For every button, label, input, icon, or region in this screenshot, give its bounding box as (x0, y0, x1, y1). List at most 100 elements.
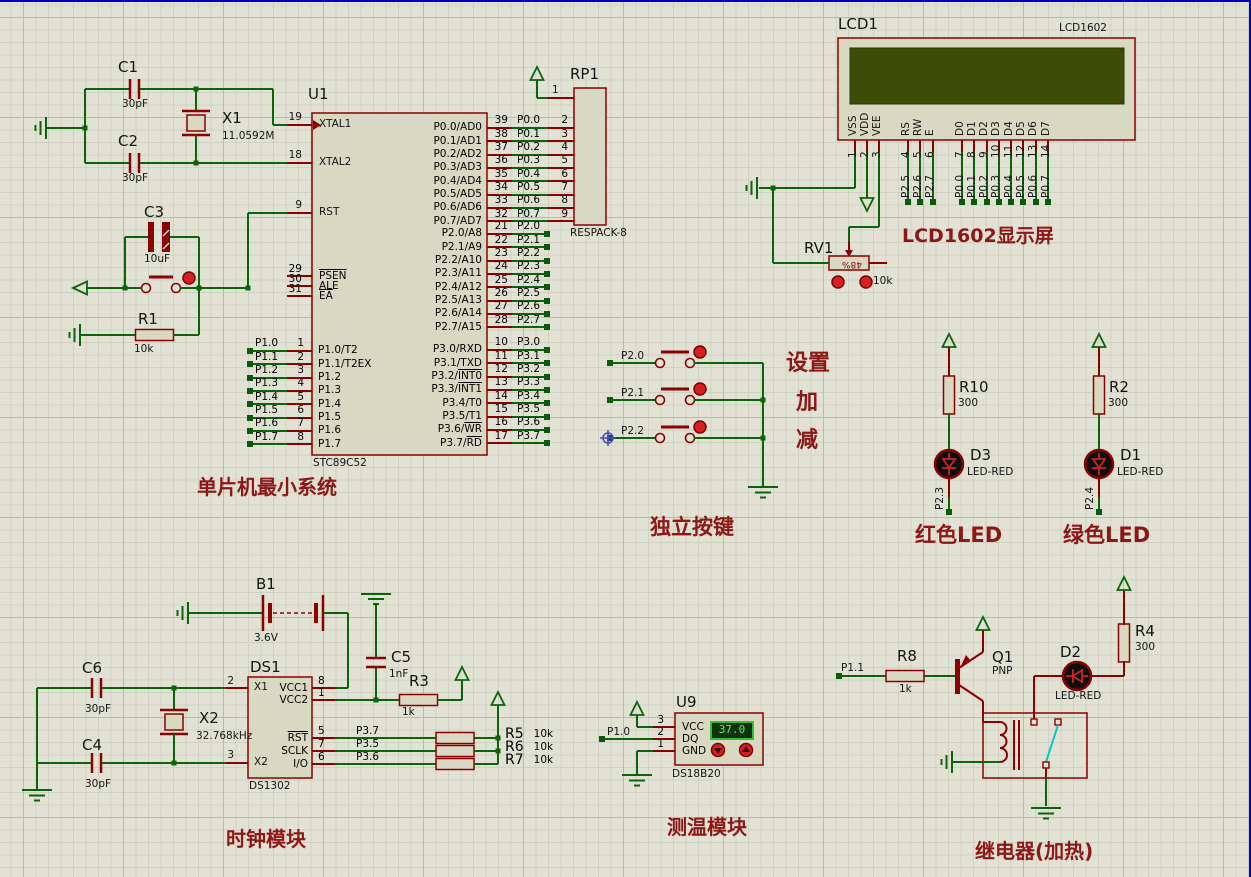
resistor-r5 (435, 731, 475, 745)
capacitor-c4 (90, 751, 103, 775)
r10-value: 300 (958, 397, 979, 409)
d1-part: LED-RED (1117, 466, 1164, 478)
capacitor-c6 (90, 676, 103, 700)
capacitor-c1 (128, 77, 141, 101)
u9-pin-names: VCC DQ GND (682, 721, 707, 757)
d1-ref: D1 (1120, 446, 1142, 464)
lcd-part: LCD1602 (1059, 22, 1107, 34)
cursor-marker-icon (600, 430, 616, 446)
terminal-arrow-left-icon (70, 280, 88, 296)
c1-value: 30pF (122, 98, 149, 110)
rv1-decrease-button[interactable] (831, 275, 845, 289)
crystal-x1 (180, 109, 212, 137)
u9-net-label: P1.0 (607, 726, 631, 738)
lcd1602 (745, 37, 1136, 242)
lcd-power-pin-numbers: 123 (846, 151, 884, 158)
resistor-r3 (398, 693, 439, 707)
u1-p1-net-labels: P1.0 P1.1 P1.2 P1.3 P1.4 P1.5 P1.6 P1.7 (255, 337, 279, 443)
c5-ref: C5 (391, 648, 412, 666)
lcd-data-net-labels: P0.0 P0.1 P0.2 P0.3 P0.4 P0.5 P0.6 P0.7 (953, 174, 1052, 198)
schematic-sheet: C1 30pF C2 30pF X1 11.0592M C3 10uF R1 1… (0, 0, 1251, 877)
reset-button-actuator[interactable] (182, 271, 196, 285)
c4-ref: C4 (82, 736, 103, 754)
relay-net-label: P1.1 (841, 662, 865, 674)
u9-pin-numbers: 321 (657, 714, 664, 750)
r8-value: 1k (899, 683, 912, 695)
title-relay: 继电器(加热) (975, 839, 1094, 863)
d2-part: LED-RED (1055, 690, 1102, 702)
c4-value: 30pF (85, 778, 112, 790)
c6-ref: C6 (82, 659, 103, 677)
key-circuit (600, 344, 779, 499)
u1-pin9-num: 9 (295, 199, 302, 211)
ds1-pin3-num: 3 (227, 749, 234, 761)
resistor-r10 (942, 375, 956, 415)
x1-value: 11.0592M (222, 130, 275, 142)
key1-net-label: P2.0 (621, 350, 645, 362)
rv1-percent: 48% (841, 258, 862, 269)
d1-net-label: P2.4 (1084, 486, 1096, 510)
u1-part: STC89C52 (313, 457, 367, 469)
u1-p2-pin-numbers: 21 22 23 24 25 26 27 28 (494, 220, 508, 326)
r3-ref: R3 (409, 672, 429, 690)
lcd-ref: LCD1 (838, 15, 878, 33)
c3-value: 10uF (144, 253, 171, 265)
u1-p2-pin-names: P2.0/A8 P2.1/A9 P2.2/A10 P2.3/A11 P2.4/A12 P2… (434, 227, 482, 333)
crystal-x2 (158, 708, 190, 736)
r10-ref: R10 (959, 378, 989, 396)
relay-switch-blade (1045, 724, 1059, 763)
lcd-power-pin-names: VSS VDD VEE (846, 112, 884, 136)
u1-ref: U1 (308, 85, 329, 103)
rp1-pin-numbers: 23456789 (561, 114, 568, 220)
u1-pin18-num: 18 (288, 149, 302, 161)
u9-ref: U9 (676, 693, 697, 711)
x2-ref: X2 (199, 709, 219, 727)
u1-p2-net-labels: P2.0 P2.1 P2.2 P2.3 P2.4 P2.5 P2.6 P2.7 (517, 220, 541, 326)
label-set: 设置 (786, 351, 831, 376)
key3-net-label: P2.2 (621, 425, 645, 437)
pull-resistor-labels: R5 10k R6 10k R7 10k (505, 726, 554, 768)
label-inc: 加 (796, 390, 819, 415)
u1-p1-pin-numbers: 12345678 (297, 337, 304, 443)
c1-ref: C1 (118, 58, 139, 76)
resistor-r8 (885, 669, 925, 683)
x2-value: 32.768kHz (196, 730, 253, 742)
rp1-ref: RP1 (570, 65, 600, 83)
title-green-led: 绿色LED (1063, 523, 1151, 547)
c6-value: 30pF (85, 703, 112, 715)
c3-ref: C3 (144, 203, 165, 221)
rp1-part: RESPACK-8 (570, 227, 627, 239)
lcd-data-pin-names: D0 D1 D2 D3 D4 D5 D6 D7 (953, 121, 1052, 136)
relay-coil (999, 721, 1008, 763)
lcd-data-pin-numbers: 7 8 9 10 11 12 13 14 (953, 144, 1052, 158)
sheet-border-top (0, 0, 1251, 2)
title-clock: 时钟模块 (226, 827, 306, 851)
title-lcd: LCD1602显示屏 (902, 225, 1054, 247)
d3-ref: D3 (970, 446, 992, 464)
r4-value: 300 (1135, 641, 1156, 653)
title-keys: 独立按键 (650, 515, 734, 539)
u1-p0-pin-numbers: 39 38 37 36 35 34 33 32 (494, 114, 508, 220)
r1-value: 10k (134, 343, 154, 355)
u1-p3-net-labels: P3.0 P3.1 P3.2 P3.3 P3.4 P3.5 P3.6 P3.7 (517, 336, 541, 442)
respack-rp1 (529, 66, 607, 226)
c5-value: 1nF (389, 668, 409, 680)
d2-ref: D2 (1060, 643, 1082, 661)
ds1-top-pin-numbers: 81 (318, 675, 325, 699)
r3-value: 1k (402, 706, 415, 718)
d3-net-label: P2.3 (934, 486, 946, 510)
r4-ref: R4 (1135, 622, 1155, 640)
ds1-part: DS1302 (249, 780, 291, 792)
temp-reading: 37.0 (718, 723, 746, 736)
resistor-r7 (435, 757, 475, 771)
rp1-pin1-num: 1 (552, 84, 559, 96)
b1-value: 3.6V (254, 632, 278, 644)
lcd-ctrl-pin-names: RS RW E (899, 118, 937, 136)
b1-ref: B1 (256, 575, 276, 593)
u1-p3-pin-numbers: 10 11 12 13 14 15 16 17 (494, 336, 508, 442)
resistor-r1 (134, 328, 175, 342)
q1-part: PNP (992, 665, 1013, 677)
c2-value: 30pF (122, 172, 149, 184)
rv1-increase-button[interactable] (859, 275, 873, 289)
led-d2 (1061, 660, 1093, 692)
